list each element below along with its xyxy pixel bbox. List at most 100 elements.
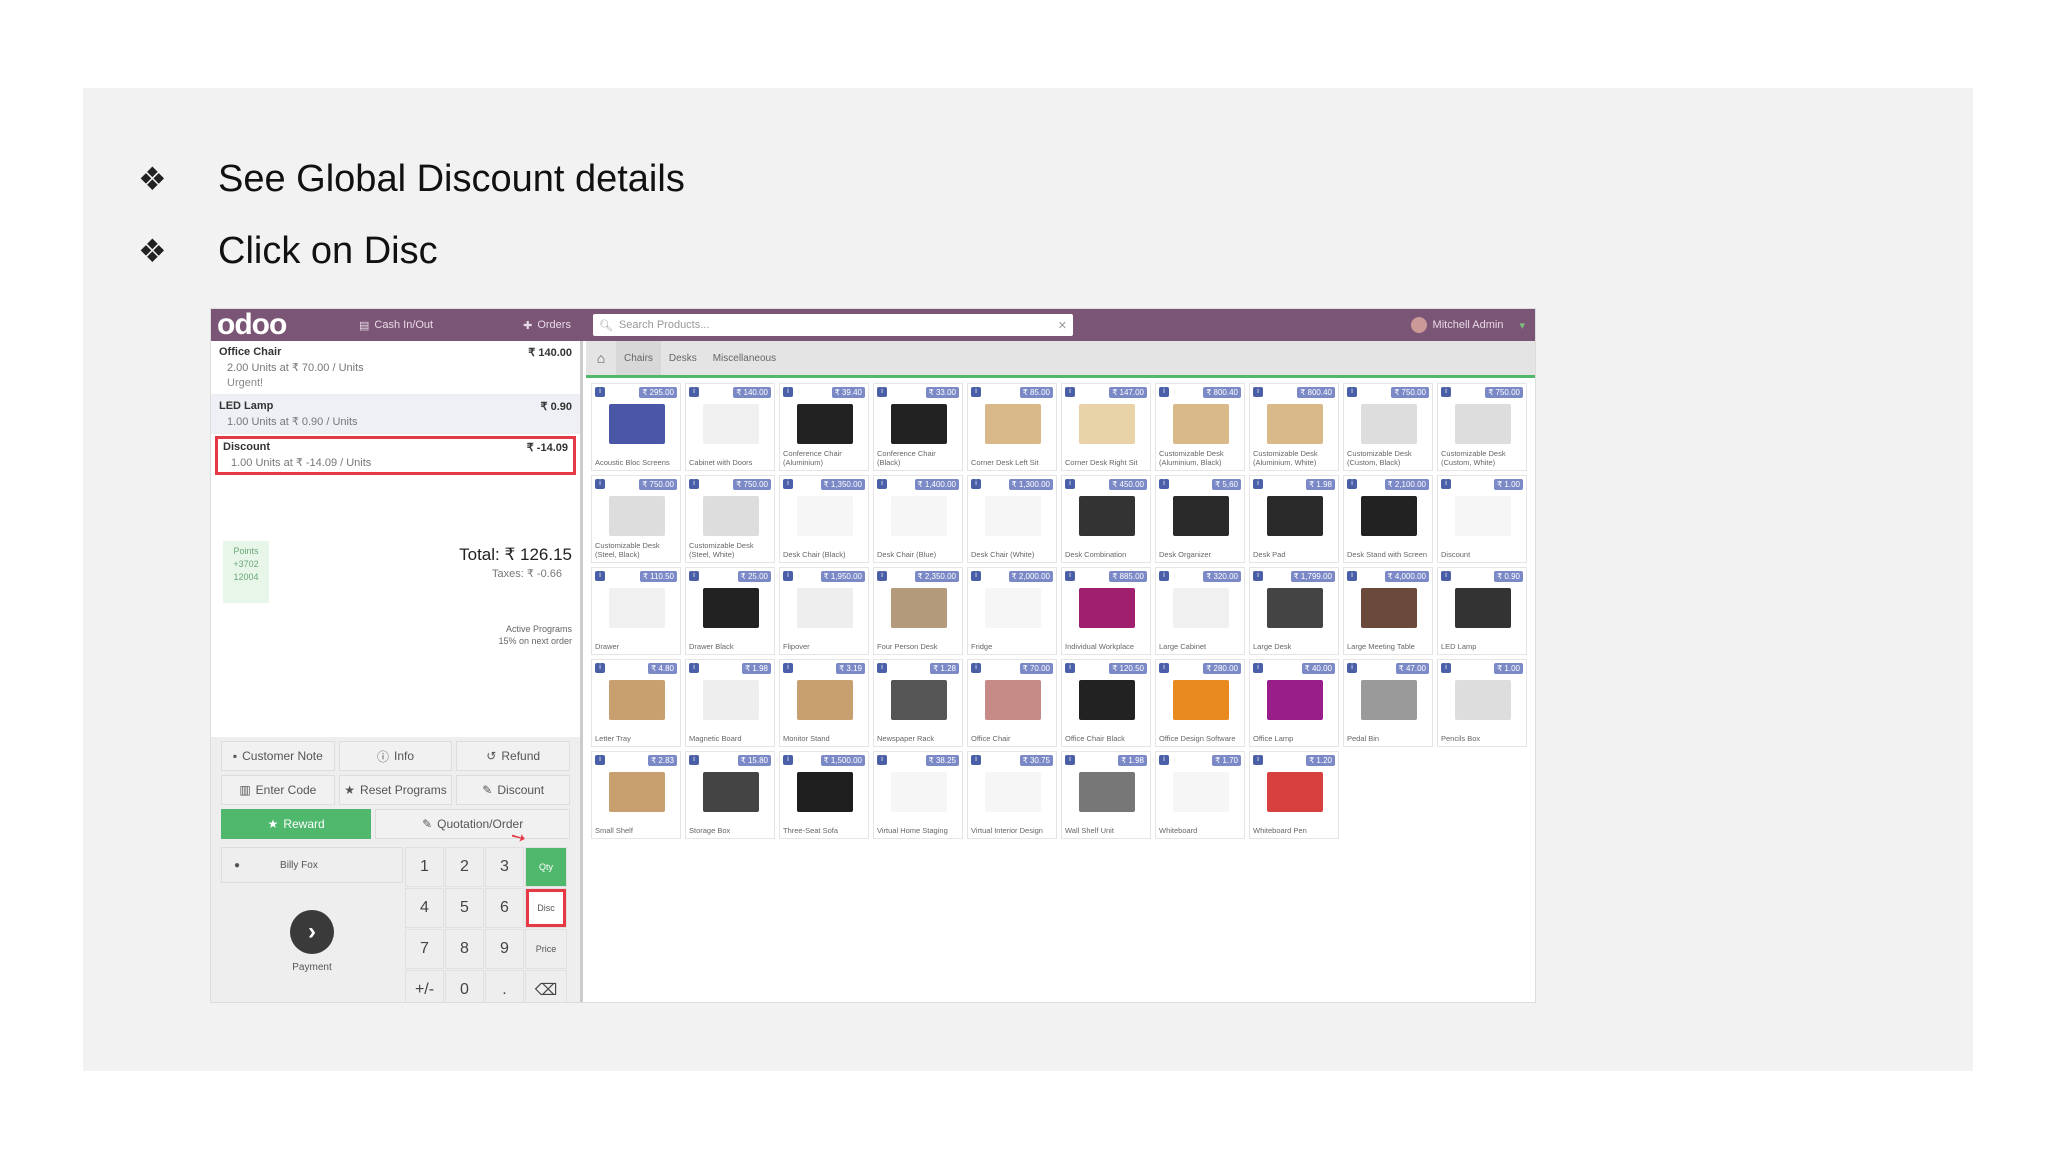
cash-in-out-button[interactable]: ▤ Cash In/Out bbox=[359, 319, 433, 332]
info-icon[interactable]: i bbox=[1065, 479, 1075, 489]
user-menu[interactable]: Mitchell Admin ▾ bbox=[1410, 317, 1525, 333]
product-card[interactable]: i ₹ 1.20 Whiteboard Pen bbox=[1249, 751, 1339, 839]
product-card[interactable]: i ₹ 800.40 Customizable Desk (Aluminium, B… bbox=[1155, 383, 1245, 471]
qty-mode-key[interactable]: Qty bbox=[525, 847, 567, 887]
info-icon[interactable]: i bbox=[1065, 571, 1075, 581]
info-icon[interactable]: i bbox=[595, 479, 605, 489]
product-card[interactable]: i ₹ 1,300.00 Desk Chair (White) bbox=[967, 475, 1057, 563]
numpad-key[interactable]: 6 bbox=[485, 888, 524, 928]
numpad-key[interactable]: 0 bbox=[445, 970, 484, 1002]
quotation-order-button[interactable]: ✎ Quotation/Order bbox=[375, 809, 570, 839]
product-card[interactable]: i ₹ 30.75 Virtual Interior Design bbox=[967, 751, 1057, 839]
info-icon[interactable]: i bbox=[1347, 663, 1357, 673]
product-card[interactable]: i ₹ 2,100.00 Desk Stand with Screen bbox=[1343, 475, 1433, 563]
info-icon[interactable]: i bbox=[689, 755, 699, 765]
info-icon[interactable]: i bbox=[783, 571, 793, 581]
info-icon[interactable]: i bbox=[783, 663, 793, 673]
product-card[interactable]: i ₹ 47.00 Pedal Bin bbox=[1343, 659, 1433, 747]
numpad-key[interactable]: 2 bbox=[445, 847, 484, 887]
customer-button[interactable]: ● Billy Fox bbox=[221, 847, 403, 883]
product-card[interactable]: i ₹ 110.50 Drawer bbox=[591, 567, 681, 655]
numpad-key[interactable]: 4 bbox=[405, 888, 444, 928]
product-search[interactable]: 🔍︎ Search Products... ✕ bbox=[592, 314, 1073, 336]
product-card[interactable]: i ₹ 4,000.00 Large Meeting Table bbox=[1343, 567, 1433, 655]
product-card[interactable]: i ₹ 2,350.00 Four Person Desk bbox=[873, 567, 963, 655]
info-button[interactable]: ⓘ Info bbox=[338, 741, 453, 771]
info-icon[interactable]: i bbox=[689, 663, 699, 673]
product-card[interactable]: i ₹ 38.25 Virtual Home Staging bbox=[873, 751, 963, 839]
product-card[interactable]: i ₹ 295.00 Acoustic Bloc Screens bbox=[591, 383, 681, 471]
product-card[interactable]: i ₹ 3.19 Monitor Stand bbox=[779, 659, 869, 747]
product-card[interactable]: i ₹ 140.00 Cabinet with Doors bbox=[685, 383, 775, 471]
orders-button[interactable]: ✚ Orders bbox=[523, 319, 571, 332]
enter-code-button[interactable]: ▥ Enter Code bbox=[221, 775, 335, 805]
product-card[interactable]: i ₹ 15.80 Storage Box bbox=[685, 751, 775, 839]
info-icon[interactable]: i bbox=[595, 663, 605, 673]
info-icon[interactable]: i bbox=[783, 755, 793, 765]
clear-search-icon[interactable]: ✕ bbox=[1058, 319, 1067, 332]
product-card[interactable]: i ₹ 1.70 Whiteboard bbox=[1155, 751, 1245, 839]
product-card[interactable]: i ₹ 1.00 Discount bbox=[1437, 475, 1527, 563]
product-card[interactable]: i ₹ 750.00 Customizable Desk (Steel, Black… bbox=[591, 475, 681, 563]
info-icon[interactable]: i bbox=[1159, 387, 1169, 397]
product-card[interactable]: i ₹ 1.98 Wall Shelf Unit bbox=[1061, 751, 1151, 839]
disc-mode-key[interactable]: Disc bbox=[525, 888, 567, 928]
product-card[interactable]: i ₹ 120.50 Office Chair Black bbox=[1061, 659, 1151, 747]
reset-programs-button[interactable]: ★ Reset Programs bbox=[338, 775, 453, 805]
info-icon[interactable]: i bbox=[783, 387, 793, 397]
info-icon[interactable]: i bbox=[1347, 479, 1357, 489]
product-card[interactable]: i ₹ 750.00 Customizable Desk (Steel, White… bbox=[685, 475, 775, 563]
discount-button[interactable]: ✎ Discount bbox=[456, 775, 571, 805]
product-card[interactable]: i ₹ 280.00 Office Design Software bbox=[1155, 659, 1245, 747]
numpad-key[interactable]: 3 bbox=[485, 847, 524, 887]
info-icon[interactable]: i bbox=[877, 479, 887, 489]
info-icon[interactable]: i bbox=[595, 755, 605, 765]
info-icon[interactable]: i bbox=[1159, 571, 1169, 581]
info-icon[interactable]: i bbox=[877, 755, 887, 765]
product-card[interactable]: i ₹ 33.00 Conference Chair (Black) bbox=[873, 383, 963, 471]
info-icon[interactable]: i bbox=[1441, 571, 1451, 581]
info-icon[interactable]: i bbox=[1159, 663, 1169, 673]
numpad-key[interactable]: 1 bbox=[405, 847, 444, 887]
numpad-key[interactable]: 7 bbox=[405, 929, 444, 969]
info-icon[interactable]: i bbox=[971, 387, 981, 397]
product-card[interactable]: i ₹ 750.00 Customizable Desk (Custom, Blac… bbox=[1343, 383, 1433, 471]
product-card[interactable]: i ₹ 39.40 Conference Chair (Aluminium) bbox=[779, 383, 869, 471]
info-icon[interactable]: i bbox=[1253, 387, 1263, 397]
numpad-key[interactable]: 8 bbox=[445, 929, 484, 969]
numpad-key[interactable]: 5 bbox=[445, 888, 484, 928]
payment-button[interactable]: › Payment bbox=[221, 885, 403, 997]
product-card[interactable]: i ₹ 25.00 Drawer Black bbox=[685, 567, 775, 655]
info-icon[interactable]: i bbox=[1065, 387, 1075, 397]
info-icon[interactable]: i bbox=[783, 479, 793, 489]
product-card[interactable]: i ₹ 85.00 Corner Desk Left Sit bbox=[967, 383, 1057, 471]
product-card[interactable]: i ₹ 750.00 Customizable Desk (Custom, Whit… bbox=[1437, 383, 1527, 471]
category-chairs[interactable]: Chairs bbox=[616, 341, 661, 375]
info-icon[interactable]: i bbox=[1159, 755, 1169, 765]
product-card[interactable]: i ₹ 40.00 Office Lamp bbox=[1249, 659, 1339, 747]
info-icon[interactable]: i bbox=[1159, 479, 1169, 489]
product-card[interactable]: i ₹ 885.00 Individual Workplace bbox=[1061, 567, 1151, 655]
numpad-key[interactable]: 9 bbox=[485, 929, 524, 969]
product-card[interactable]: i ₹ 1.98 Magnetic Board bbox=[685, 659, 775, 747]
info-icon[interactable]: i bbox=[1065, 663, 1075, 673]
category-desks[interactable]: Desks bbox=[661, 341, 705, 375]
refund-button[interactable]: ↺ Refund bbox=[456, 741, 571, 771]
product-card[interactable]: i ₹ 1.28 Newspaper Rack bbox=[873, 659, 963, 747]
info-icon[interactable]: i bbox=[877, 387, 887, 397]
product-card[interactable]: i ₹ 800.40 Customizable Desk (Aluminium, W… bbox=[1249, 383, 1339, 471]
backspace-key[interactable]: ⌫ bbox=[525, 970, 567, 1002]
info-icon[interactable]: i bbox=[689, 479, 699, 489]
price-mode-key[interactable]: Price bbox=[525, 929, 567, 969]
product-card[interactable]: i ₹ 2,000.00 Fridge bbox=[967, 567, 1057, 655]
product-card[interactable]: i ₹ 0.90 LED Lamp bbox=[1437, 567, 1527, 655]
info-icon[interactable]: i bbox=[1441, 479, 1451, 489]
product-card[interactable]: i ₹ 1,799.00 Large Desk bbox=[1249, 567, 1339, 655]
product-card[interactable]: i ₹ 1.00 Pencils Box bbox=[1437, 659, 1527, 747]
category-miscellaneous[interactable]: Miscellaneous bbox=[705, 341, 784, 375]
info-icon[interactable]: i bbox=[971, 663, 981, 673]
product-card[interactable]: i ₹ 4.80 Letter Tray bbox=[591, 659, 681, 747]
info-icon[interactable]: i bbox=[1347, 571, 1357, 581]
numpad-key[interactable]: +/- bbox=[405, 970, 444, 1002]
info-icon[interactable]: i bbox=[689, 387, 699, 397]
